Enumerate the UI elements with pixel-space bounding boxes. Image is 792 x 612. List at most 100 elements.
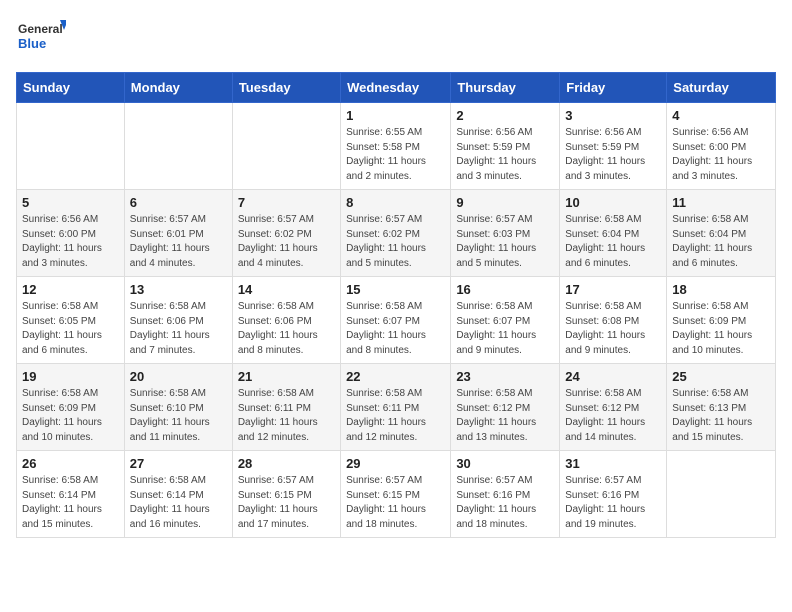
calendar-cell: 12 Sunrise: 6:58 AMSunset: 6:05 PMDayligh…	[17, 277, 125, 364]
day-number: 8	[346, 195, 445, 210]
day-info: Sunrise: 6:57 AMSunset: 6:02 PMDaylight:…	[346, 213, 445, 271]
calendar-week-row: 26 Sunrise: 6:58 AMSunset: 6:14 PMDayligh…	[17, 451, 776, 538]
calendar-cell: 5 Sunrise: 6:56 AMSunset: 6:00 PMDaylight…	[17, 190, 125, 277]
calendar-header-saturday: Saturday	[667, 73, 776, 103]
calendar-week-row: 19 Sunrise: 6:58 AMSunset: 6:09 PMDayligh…	[17, 364, 776, 451]
day-info: Sunrise: 6:58 AMSunset: 6:06 PMDaylight:…	[238, 300, 335, 358]
calendar-cell: 16 Sunrise: 6:58 AMSunset: 6:07 PMDayligh…	[451, 277, 560, 364]
day-info: Sunrise: 6:58 AMSunset: 6:10 PMDaylight:…	[130, 387, 227, 445]
day-number: 26	[22, 456, 119, 471]
day-number: 10	[565, 195, 661, 210]
calendar-cell: 28 Sunrise: 6:57 AMSunset: 6:15 PMDayligh…	[232, 451, 340, 538]
day-number: 5	[22, 195, 119, 210]
day-number: 16	[456, 282, 554, 297]
calendar-cell	[124, 103, 232, 190]
calendar-cell	[667, 451, 776, 538]
day-number: 7	[238, 195, 335, 210]
day-number: 22	[346, 369, 445, 384]
day-info: Sunrise: 6:58 AMSunset: 6:07 PMDaylight:…	[346, 300, 445, 358]
day-number: 18	[672, 282, 770, 297]
day-number: 6	[130, 195, 227, 210]
calendar-week-row: 1 Sunrise: 6:55 AMSunset: 5:58 PMDaylight…	[17, 103, 776, 190]
calendar-header-friday: Friday	[560, 73, 667, 103]
day-info: Sunrise: 6:58 AMSunset: 6:06 PMDaylight:…	[130, 300, 227, 358]
calendar-cell: 6Sunrise: 6:57 AMSunset: 6:01 PMDaylight…	[124, 190, 232, 277]
calendar-cell: 24Sunrise: 6:58 AMSunset: 6:12 PMDayligh…	[560, 364, 667, 451]
day-info: Sunrise: 6:58 AMSunset: 6:11 PMDaylight:…	[346, 387, 445, 445]
day-info: Sunrise: 6:58 AMSunset: 6:09 PMDaylight:…	[22, 387, 119, 445]
day-info: Sunrise: 6:58 AMSunset: 6:05 PMDaylight:…	[22, 300, 119, 358]
svg-text:General: General	[18, 22, 63, 36]
calendar-cell: 14 Sunrise: 6:58 AMSunset: 6:06 PMDayligh…	[232, 277, 340, 364]
day-number: 2	[456, 108, 554, 123]
day-info: Sunrise: 6:58 AMSunset: 6:14 PMDaylight:…	[22, 474, 119, 532]
calendar: SundayMondayTuesdayWednesdayThursdayFrid…	[16, 72, 776, 538]
day-number: 30	[456, 456, 554, 471]
calendar-header-wednesday: Wednesday	[341, 73, 451, 103]
day-number: 29	[346, 456, 445, 471]
day-number: 20	[130, 369, 227, 384]
day-number: 15	[346, 282, 445, 297]
calendar-cell: 10Sunrise: 6:58 AMSunset: 6:04 PMDayligh…	[560, 190, 667, 277]
calendar-week-row: 5 Sunrise: 6:56 AMSunset: 6:00 PMDaylight…	[17, 190, 776, 277]
day-info: Sunrise: 6:58 AMSunset: 6:08 PMDaylight:…	[565, 300, 661, 358]
day-info: Sunrise: 6:57 AMSunset: 6:03 PMDaylight:…	[456, 213, 554, 271]
day-info: Sunrise: 6:58 AMSunset: 6:13 PMDaylight:…	[672, 387, 770, 445]
calendar-week-row: 12 Sunrise: 6:58 AMSunset: 6:05 PMDayligh…	[17, 277, 776, 364]
day-number: 13	[130, 282, 227, 297]
day-info: Sunrise: 6:55 AMSunset: 5:58 PMDaylight:…	[346, 126, 445, 184]
calendar-cell: 7Sunrise: 6:57 AMSunset: 6:02 PMDaylight…	[232, 190, 340, 277]
calendar-cell: 4Sunrise: 6:56 AMSunset: 6:00 PMDaylight…	[667, 103, 776, 190]
day-info: Sunrise: 6:56 AMSunset: 5:59 PMDaylight:…	[456, 126, 554, 184]
calendar-cell: 17Sunrise: 6:58 AMSunset: 6:08 PMDayligh…	[560, 277, 667, 364]
day-number: 31	[565, 456, 661, 471]
calendar-cell: 18 Sunrise: 6:58 AMSunset: 6:09 PMDayligh…	[667, 277, 776, 364]
day-info: Sunrise: 6:57 AMSunset: 6:16 PMDaylight:…	[456, 474, 554, 532]
calendar-cell: 20 Sunrise: 6:58 AMSunset: 6:10 PMDayligh…	[124, 364, 232, 451]
calendar-cell: 3 Sunrise: 6:56 AMSunset: 5:59 PMDaylight…	[560, 103, 667, 190]
day-info: Sunrise: 6:58 AMSunset: 6:09 PMDaylight:…	[672, 300, 770, 358]
day-info: Sunrise: 6:56 AMSunset: 6:00 PMDaylight:…	[22, 213, 119, 271]
day-info: Sunrise: 6:58 AMSunset: 6:11 PMDaylight:…	[238, 387, 335, 445]
calendar-header-sunday: Sunday	[17, 73, 125, 103]
calendar-cell: 25 Sunrise: 6:58 AMSunset: 6:13 PMDayligh…	[667, 364, 776, 451]
day-info: Sunrise: 6:56 AMSunset: 5:59 PMDaylight:…	[565, 126, 661, 184]
day-info: Sunrise: 6:57 AMSunset: 6:15 PMDaylight:…	[238, 474, 335, 532]
day-info: Sunrise: 6:56 AMSunset: 6:00 PMDaylight:…	[672, 126, 770, 184]
day-number: 25	[672, 369, 770, 384]
day-number: 12	[22, 282, 119, 297]
day-number: 14	[238, 282, 335, 297]
day-number: 9	[456, 195, 554, 210]
calendar-cell	[17, 103, 125, 190]
calendar-cell: 1 Sunrise: 6:55 AMSunset: 5:58 PMDaylight…	[341, 103, 451, 190]
calendar-cell: 9 Sunrise: 6:57 AMSunset: 6:03 PMDaylight…	[451, 190, 560, 277]
day-number: 3	[565, 108, 661, 123]
day-number: 11	[672, 195, 770, 210]
day-info: Sunrise: 6:57 AMSunset: 6:16 PMDaylight:…	[565, 474, 661, 532]
logo-svg: General Blue	[16, 16, 66, 60]
day-number: 19	[22, 369, 119, 384]
calendar-cell: 23Sunrise: 6:58 AMSunset: 6:12 PMDayligh…	[451, 364, 560, 451]
day-info: Sunrise: 6:58 AMSunset: 6:04 PMDaylight:…	[672, 213, 770, 271]
calendar-cell: 27Sunrise: 6:58 AMSunset: 6:14 PMDayligh…	[124, 451, 232, 538]
day-info: Sunrise: 6:58 AMSunset: 6:07 PMDaylight:…	[456, 300, 554, 358]
calendar-cell: 21Sunrise: 6:58 AMSunset: 6:11 PMDayligh…	[232, 364, 340, 451]
calendar-cell: 19 Sunrise: 6:58 AMSunset: 6:09 PMDayligh…	[17, 364, 125, 451]
calendar-cell: 13 Sunrise: 6:58 AMSunset: 6:06 PMDayligh…	[124, 277, 232, 364]
logo: General Blue	[16, 16, 66, 60]
calendar-header-monday: Monday	[124, 73, 232, 103]
calendar-cell: 2 Sunrise: 6:56 AMSunset: 5:59 PMDaylight…	[451, 103, 560, 190]
calendar-cell	[232, 103, 340, 190]
day-number: 1	[346, 108, 445, 123]
calendar-cell: 11 Sunrise: 6:58 AMSunset: 6:04 PMDayligh…	[667, 190, 776, 277]
svg-text:Blue: Blue	[18, 36, 46, 51]
calendar-header-row: SundayMondayTuesdayWednesdayThursdayFrid…	[17, 73, 776, 103]
calendar-cell: 31 Sunrise: 6:57 AMSunset: 6:16 PMDayligh…	[560, 451, 667, 538]
day-number: 23	[456, 369, 554, 384]
day-info: Sunrise: 6:58 AMSunset: 6:14 PMDaylight:…	[130, 474, 227, 532]
calendar-header-tuesday: Tuesday	[232, 73, 340, 103]
day-info: Sunrise: 6:57 AMSunset: 6:15 PMDaylight:…	[346, 474, 445, 532]
header: General Blue	[16, 16, 776, 60]
calendar-cell: 8 Sunrise: 6:57 AMSunset: 6:02 PMDaylight…	[341, 190, 451, 277]
day-number: 28	[238, 456, 335, 471]
